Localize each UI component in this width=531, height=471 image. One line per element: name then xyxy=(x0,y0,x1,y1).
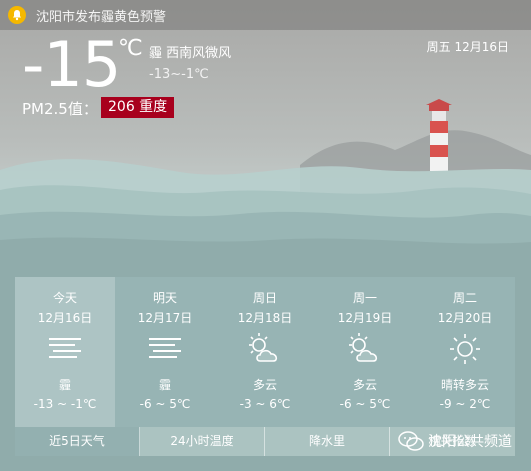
forecast-panel: 今天 12月16日 霾 -13 ~ -1℃ 明天 12月17日 霾 -6 ~ 5… xyxy=(15,277,515,427)
current-temperature: -15 xyxy=(22,28,121,101)
tab-24h-temp[interactable]: 24小时温度 xyxy=(140,427,265,456)
current-date: 周五 12月16日 xyxy=(426,40,509,54)
forecast-day[interactable]: 今天 12月16日 霾 -13 ~ -1℃ xyxy=(15,277,115,427)
partly-cloudy-icon xyxy=(249,333,278,362)
sun-icon xyxy=(450,334,480,364)
day-date: 12月19日 xyxy=(337,311,393,325)
partly-cloudy-icon xyxy=(349,333,378,362)
day-name: 今天 xyxy=(52,291,77,305)
warning-text: 沈阳市发布霾黄色预警 xyxy=(36,9,167,25)
haze-icon xyxy=(149,338,181,358)
day-temp: -9 ~ 2℃ xyxy=(439,397,491,411)
wechat-icon xyxy=(398,431,424,451)
watermark: 沈阳公共频道 xyxy=(398,430,512,452)
day-weather: 晴转多云 xyxy=(440,378,489,392)
day-name: 周二 xyxy=(452,291,477,305)
day-weather: 多云 xyxy=(252,378,277,392)
forecast-day[interactable]: 周一 12月19日 多云 -6 ~ 5℃ xyxy=(315,277,415,427)
warning-banner[interactable]: 沈阳市发布霾黄色预警 xyxy=(0,0,531,30)
forecast-day[interactable]: 明天 12月17日 霾 -6 ~ 5℃ xyxy=(115,277,215,427)
tab-precipitation[interactable]: 降水里 xyxy=(265,427,390,456)
day-weather: 多云 xyxy=(352,378,377,392)
haze-icon xyxy=(49,338,81,358)
day-date: 12月17日 xyxy=(137,311,193,325)
day-date: 12月16日 xyxy=(37,311,93,325)
pm25-label: PM2.5值： xyxy=(22,100,98,118)
watermark-text: 沈阳公共频道 xyxy=(428,434,512,450)
day-temp: -6 ~ 5℃ xyxy=(139,397,191,411)
forecast-day[interactable]: 周日 12月18日 多云 -3 ~ 6℃ xyxy=(215,277,315,427)
tab-5day[interactable]: 近5日天气 xyxy=(15,427,140,456)
bell-icon xyxy=(8,6,26,24)
day-weather: 霾 xyxy=(58,378,71,392)
day-temp: -13 ~ -1℃ xyxy=(33,397,97,411)
day-name: 周日 xyxy=(252,291,277,305)
day-temp: -6 ~ 5℃ xyxy=(339,397,391,411)
forecast-day[interactable]: 周二 12月20日 晴转多云 -9 ~ 2℃ xyxy=(415,277,515,427)
pm25-badge: 206 重度 xyxy=(101,97,175,118)
day-name: 明天 xyxy=(152,291,177,305)
day-weather: 霾 xyxy=(158,378,171,392)
day-name: 周一 xyxy=(352,291,377,305)
current-range: -13~-1℃ xyxy=(149,67,209,82)
day-date: 12月18日 xyxy=(237,311,293,325)
temperature-unit: ℃ xyxy=(118,36,143,61)
day-date: 12月20日 xyxy=(437,311,493,325)
day-temp: -3 ~ 6℃ xyxy=(239,397,291,411)
current-condition: 霾 西南风微风 xyxy=(149,46,232,61)
